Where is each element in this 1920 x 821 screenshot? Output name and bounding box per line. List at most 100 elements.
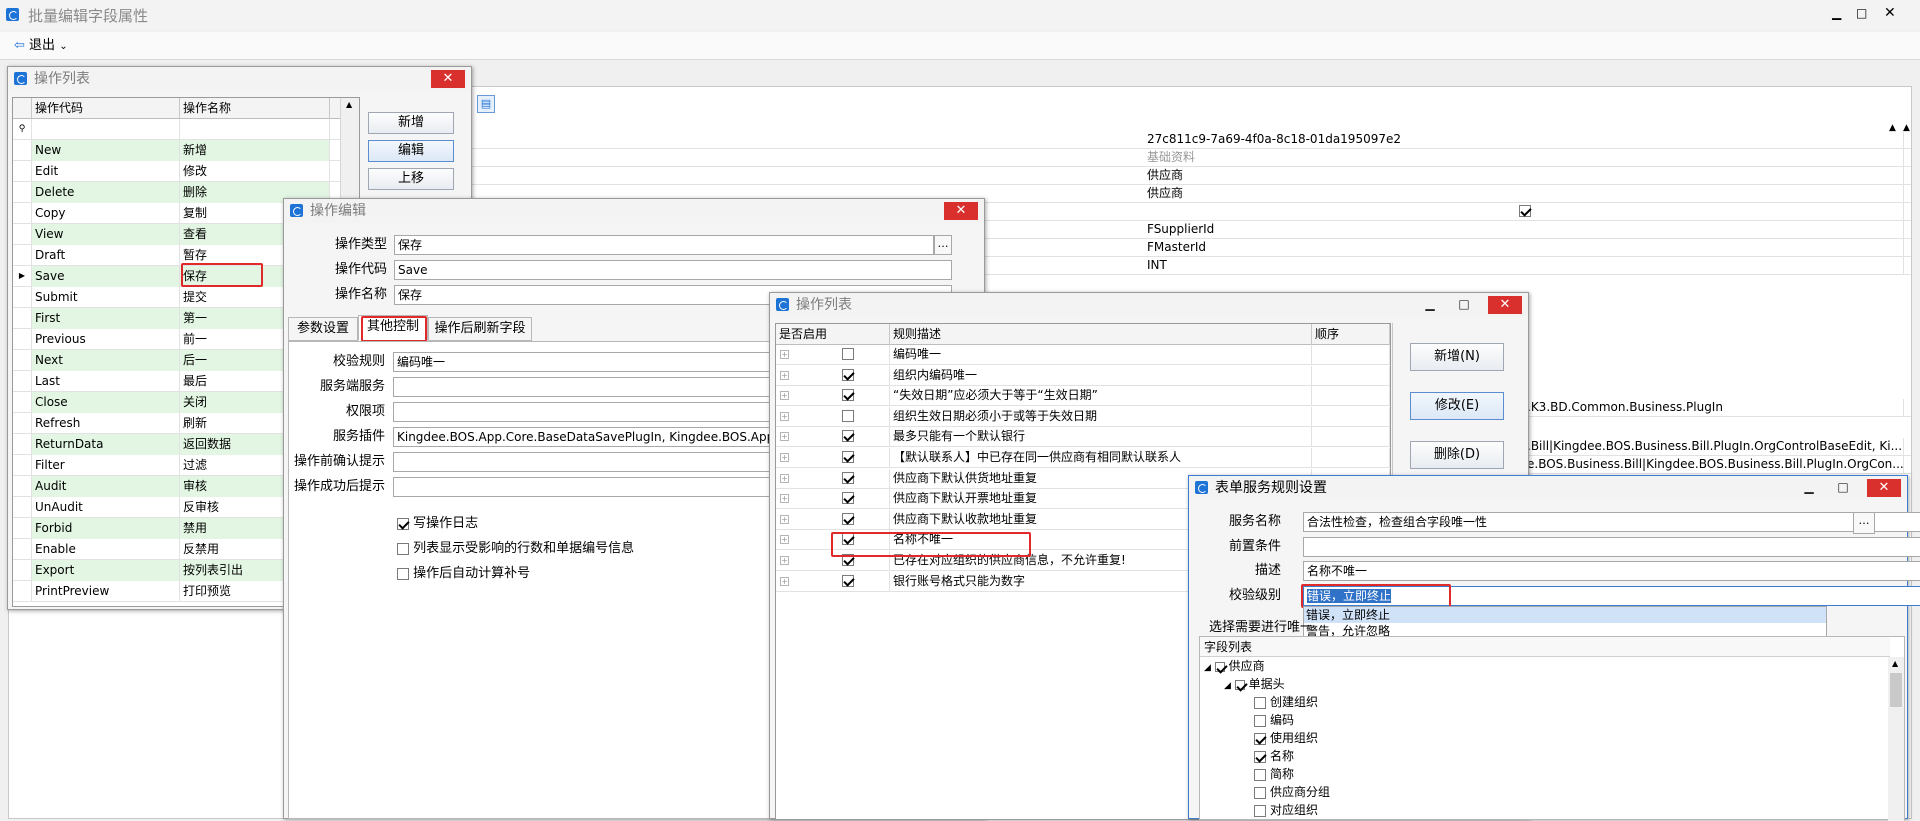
expand-icon[interactable]: + xyxy=(780,350,789,359)
expand-icon[interactable]: + xyxy=(780,432,789,442)
op-code-cell[interactable]: Audit xyxy=(32,476,180,497)
col-code-header[interactable]: 操作代码 xyxy=(32,98,180,119)
rule-enabled-cell[interactable]: + xyxy=(776,406,890,427)
table-row[interactable]: Edit 修改 xyxy=(13,161,359,182)
svc-name-field[interactable]: 合法性检查，检查组合字段唯一性▾ xyxy=(1303,512,1920,532)
rule-order-cell[interactable] xyxy=(1312,365,1390,386)
op-name-cell[interactable]: 新增 xyxy=(180,140,330,161)
close-icon[interactable]: ✕ xyxy=(1488,296,1522,314)
expand-icon[interactable]: + xyxy=(780,370,789,380)
expand-icon[interactable]: + xyxy=(780,494,789,504)
rule-enabled-cell[interactable]: + xyxy=(776,386,890,407)
pre-cond-field[interactable] xyxy=(1303,537,1920,557)
filter-row[interactable]: ⚲ xyxy=(13,119,359,140)
maximize-icon[interactable]: □ xyxy=(1833,479,1853,497)
op-code-cell[interactable]: Close xyxy=(32,392,180,413)
tree-field-item[interactable]: 使用组织 xyxy=(1254,729,1318,747)
svc-name-ellipsis-button[interactable]: … xyxy=(1853,512,1875,534)
rule-desc-cell[interactable]: 最多只能有一个默认银行 xyxy=(890,427,1312,448)
rule-row[interactable]: + 最多只能有一个默认银行 xyxy=(776,427,1390,448)
oplist-add-button[interactable]: 新增 xyxy=(368,112,454,134)
op-code-cell[interactable]: Filter xyxy=(32,455,180,476)
op-code-cell[interactable]: Last xyxy=(32,371,180,392)
expand-icon[interactable]: + xyxy=(780,535,789,545)
rule-enabled-checkbox[interactable] xyxy=(842,430,854,443)
scroll-thumb[interactable] xyxy=(1890,673,1902,707)
tree-field-item[interactable]: 名称 xyxy=(1254,747,1294,765)
minimize-icon[interactable]: ▁ xyxy=(1799,479,1819,497)
tab-refresh-fields[interactable]: 操作后刷新字段 xyxy=(428,317,532,341)
rule-enabled-cell[interactable]: + xyxy=(776,489,890,510)
op-code-cell[interactable]: Export xyxy=(32,560,180,581)
rule-desc-cell[interactable]: 组织生效日期必须小于或等于失效日期 xyxy=(890,406,1312,427)
op-code-cell[interactable]: Refresh xyxy=(32,413,180,434)
desc-field[interactable]: 名称不唯一▾ xyxy=(1303,561,1920,581)
rule-enabled-checkbox[interactable] xyxy=(842,512,854,525)
tree-field-item[interactable]: 供应商分组 xyxy=(1254,783,1330,801)
rule-row[interactable]: + 【默认联系人】中已存在同一供应商有相同默认联系人 xyxy=(776,448,1390,468)
rule-desc-cell[interactable]: 组织内编码唯一 xyxy=(890,365,1312,386)
op-code-cell[interactable]: New xyxy=(32,140,180,161)
op-code-field[interactable]: Save xyxy=(394,260,952,280)
rules-delete-button[interactable]: 删除(D) xyxy=(1410,441,1504,469)
rule-enabled-checkbox[interactable] xyxy=(842,389,854,402)
head-check-icon[interactable] xyxy=(1234,679,1245,690)
op-name-cell[interactable]: 修改 xyxy=(180,161,330,182)
close-icon[interactable]: ✕ xyxy=(1884,5,1896,21)
op-code-cell[interactable]: Next xyxy=(32,350,180,371)
filter-name-cell[interactable] xyxy=(180,119,330,140)
rule-enabled-cell[interactable]: + xyxy=(776,448,890,468)
field-checkbox[interactable] xyxy=(1254,768,1266,781)
collapse-icon[interactable]: ◢ xyxy=(1224,681,1231,691)
op-code-cell[interactable]: Submit xyxy=(32,287,180,308)
expand-icon[interactable]: + xyxy=(780,556,789,565)
op-code-cell[interactable]: Copy xyxy=(32,203,180,224)
col-order-header[interactable]: 顺序 xyxy=(1312,324,1390,345)
rule-enabled-cell[interactable]: + xyxy=(776,427,890,448)
rule-order-cell[interactable] xyxy=(1312,386,1390,407)
rule-desc-cell[interactable]: 编码唯一 xyxy=(890,345,1312,365)
op-type-field[interactable]: 保存 xyxy=(394,235,934,255)
op-code-cell[interactable]: Draft xyxy=(32,245,180,266)
filter-code-cell[interactable] xyxy=(32,119,180,140)
rule-enabled-checkbox[interactable] xyxy=(842,574,854,587)
tree-vscroll[interactable]: ▲ xyxy=(1888,657,1904,821)
maximize-icon[interactable]: □ xyxy=(1454,296,1474,314)
tree-node-head[interactable]: ◢ 单据头 xyxy=(1224,675,1285,695)
tree-field-item[interactable]: 编码 xyxy=(1254,711,1294,729)
rule-enabled-cell[interactable]: + xyxy=(776,345,890,365)
expand-icon[interactable]: + xyxy=(780,473,789,483)
table-row[interactable]: New 新增 xyxy=(13,140,359,161)
expand-icon[interactable]: + xyxy=(780,576,789,586)
col-desc-header[interactable]: 规则描述 xyxy=(890,324,1312,345)
rule-order-cell[interactable] xyxy=(1312,345,1390,365)
grid-edit-icon[interactable]: ▤ xyxy=(477,95,495,113)
collapse-icon[interactable]: ◢ xyxy=(1204,663,1211,673)
tab-params[interactable]: 参数设置 xyxy=(288,317,358,341)
op-code-cell[interactable]: View xyxy=(32,224,180,245)
rules-edit-button[interactable]: 修改(E) xyxy=(1410,392,1504,420)
field-checkbox[interactable] xyxy=(1254,732,1266,745)
rule-order-cell[interactable] xyxy=(1312,427,1390,448)
tree-field-item[interactable]: 对应组织 xyxy=(1254,801,1318,819)
rules-add-button[interactable]: 新增(N) xyxy=(1410,343,1504,371)
rule-enabled-checkbox[interactable] xyxy=(842,471,854,484)
list-display-checkbox[interactable]: 列表显示受影响的行数和单据编号信息 xyxy=(397,537,634,556)
field-checkbox[interactable] xyxy=(1254,786,1266,799)
expand-icon[interactable]: + xyxy=(780,411,789,421)
rule-row[interactable]: + 组织内编码唯一 xyxy=(776,365,1390,386)
col-enabled-header[interactable]: 是否启用 xyxy=(776,324,890,345)
expand-icon[interactable]: + xyxy=(780,514,789,524)
minimize-icon[interactable]: ▁ xyxy=(1832,6,1841,20)
op-code-cell[interactable]: ReturnData xyxy=(32,434,180,455)
op-code-cell[interactable]: Previous xyxy=(32,329,180,350)
field-checkbox[interactable] xyxy=(1254,714,1266,727)
rule-enabled-cell[interactable]: + xyxy=(776,468,890,489)
write-log-checkbox[interactable]: 写操作日志 xyxy=(397,512,478,531)
field-checkbox[interactable] xyxy=(1254,750,1266,763)
field-checkbox[interactable] xyxy=(1254,696,1266,709)
auto-calc-checkbox[interactable]: 操作后自动计算补号 xyxy=(397,562,530,581)
property-check-icon[interactable] xyxy=(1519,205,1531,217)
rule-row[interactable]: + “失效日期”应必须大于等于“生效日期” xyxy=(776,386,1390,407)
expand-icon[interactable]: + xyxy=(780,391,789,401)
